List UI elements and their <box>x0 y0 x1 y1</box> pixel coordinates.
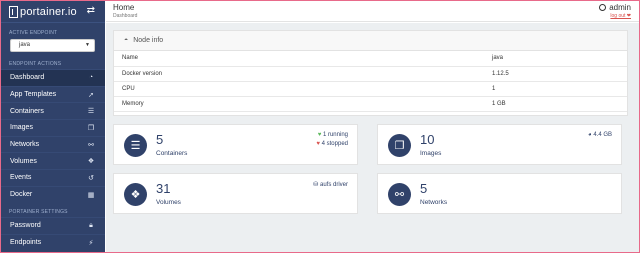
table-row: Docker version 1.12.5 <box>114 66 627 82</box>
endpoint-select-value: java <box>19 42 31 48</box>
containers-card[interactable]: ☰ 5 Containers ♥ 1 running ♥ 4 stopped <box>113 124 358 165</box>
endpoint-actions-title: ENDPOINT ACTIONS <box>9 61 62 67</box>
table-row: Memory 1 GB <box>114 96 627 112</box>
sitemap-icon: ⚯ <box>388 183 411 206</box>
row-value: 1 <box>484 81 627 97</box>
sidebar-item-images[interactable]: Images ❐ <box>1 119 105 136</box>
networks-card[interactable]: ⚯ 5 Networks <box>377 173 622 214</box>
portainer-settings-title: PORTAINER SETTINGS <box>9 209 68 215</box>
node-info-header: ◓ Node info <box>114 31 627 51</box>
heartbeat-icon: ♥ <box>316 141 320 147</box>
dashboard-icon: ◔ <box>88 74 94 82</box>
server-icon: ☰ <box>124 134 147 157</box>
caret-down-icon: ▼ <box>85 42 90 48</box>
rocket-icon: ➚ <box>88 91 94 99</box>
sidebar-item-label: Volumes <box>10 157 37 165</box>
username: admin <box>609 3 631 12</box>
sidebar-item-label: Docker <box>10 191 33 199</box>
row-key: Name <box>114 51 484 67</box>
volumes-count: 31 <box>156 181 171 196</box>
sidebar-item-label: Networks <box>10 141 40 149</box>
volumes-label: Volumes <box>156 199 181 206</box>
row-value: java <box>484 51 627 67</box>
row-value: 1 GB <box>484 96 627 112</box>
running-status: ♥ 1 running <box>318 132 348 138</box>
containers-label: Containers <box>156 150 188 157</box>
tachometer-icon: ◓ <box>124 37 129 44</box>
logout-link[interactable]: log out ❤ <box>610 13 631 19</box>
list-icon: ☰ <box>87 108 95 116</box>
history-icon: ↺ <box>88 174 94 182</box>
networks-count: 5 <box>420 181 428 196</box>
active-endpoint-title: ACTIVE ENDPOINT <box>9 30 58 36</box>
pie-chart-icon: ◕ <box>588 132 592 138</box>
running-count: 1 running <box>322 132 348 138</box>
sidebar-item-label: Dashboard <box>10 74 45 82</box>
lock-icon: 🔒︎ <box>89 221 93 229</box>
sidebar-item-networks[interactable]: Networks ⚯ <box>1 135 105 153</box>
images-card[interactable]: ❐ 10 Images ◕ 4.4 GB <box>377 124 622 165</box>
node-info-panel: ◓ Node info Name java Docker version 1.1… <box>113 30 628 116</box>
page-title: Home <box>113 3 135 12</box>
sidebar-item-label: Containers <box>10 107 44 115</box>
swap-icon[interactable]: ⇄ <box>87 5 95 16</box>
row-key: CPU <box>114 81 484 97</box>
sidebar-item-label: Password <box>10 222 41 230</box>
images-size-value: 4.4 GB <box>593 132 612 138</box>
containers-count: 5 <box>156 132 164 147</box>
images-count: 10 <box>420 132 435 147</box>
row-value: 1.12.5 <box>484 66 627 82</box>
sidebar-item-app-templates[interactable]: App Templates ➚ <box>1 85 105 103</box>
main-content: ◓ Node info Name java Docker version 1.1… <box>106 23 639 252</box>
portainer-logo-icon <box>9 5 18 18</box>
sidebar-item-password[interactable]: Password 🔒︎ <box>1 217 105 234</box>
stopped-count: 4 stopped <box>321 141 348 147</box>
heartbeat-icon: ♥ <box>317 132 322 138</box>
clone-icon: ❐ <box>388 134 411 157</box>
images-label: Images <box>420 150 442 157</box>
endpoint-nav: Dashboard ◔ App Templates ➚ Containers ☰… <box>1 69 105 203</box>
volume-driver: ⛁ aufs driver <box>313 181 348 188</box>
header: Home Dashboard admin log out ❤ <box>106 1 639 22</box>
clone-icon: ❐ <box>87 124 95 132</box>
table-row: CPU 1 <box>114 81 627 97</box>
breadcrumb: Dashboard <box>113 13 138 19</box>
cubes-icon: ❖ <box>124 183 147 206</box>
endpoint-select[interactable]: java ▼ <box>10 39 95 52</box>
networks-label: Networks <box>420 199 448 206</box>
settings-nav: Password 🔒︎ Endpoints ⚡︎ <box>1 217 105 250</box>
th-icon: ▦ <box>87 191 95 199</box>
hdd-icon: ⛁ <box>313 182 319 188</box>
images-size: ◕ 4.4 GB <box>588 132 612 138</box>
sidebar-item-label: Images <box>10 124 33 132</box>
sidebar-item-docker[interactable]: Docker ▦ <box>1 185 105 203</box>
sidebar-item-label: Endpoints <box>10 239 42 247</box>
sidebar-item-containers[interactable]: Containers ☰ <box>1 102 105 119</box>
stopped-status: ♥ 4 stopped <box>316 141 348 147</box>
sitemap-icon: ⚯ <box>88 141 94 149</box>
cubes-icon: ❖ <box>87 158 95 166</box>
sidebar-item-label: App Templates <box>10 91 57 99</box>
table-row: Name java <box>114 51 627 67</box>
sidebar-item-dashboard[interactable]: Dashboard ◔ <box>1 69 105 86</box>
node-info-table: Name java Docker version 1.12.5 CPU 1 Me… <box>114 51 627 112</box>
plug-icon: ⚡︎ <box>88 239 94 247</box>
user-menu[interactable]: admin <box>599 3 631 12</box>
volume-driver-value: aufs driver <box>319 182 348 188</box>
volumes-card[interactable]: ❖ 31 Volumes ⛁ aufs driver <box>113 173 358 214</box>
user-icon <box>599 4 607 11</box>
sidebar-item-label: Events <box>10 174 32 182</box>
sidebar-item-endpoints[interactable]: Endpoints ⚡︎ <box>1 233 105 251</box>
brand-name: portainer.io <box>20 5 77 18</box>
sidebar: portainer.io ⇄ ACTIVE ENDPOINT java ▼ EN… <box>1 1 105 252</box>
sidebar-item-volumes[interactable]: Volumes ❖ <box>1 152 105 169</box>
row-key: Memory <box>114 96 484 112</box>
sidebar-item-events[interactable]: Events ↺ <box>1 169 105 186</box>
row-key: Docker version <box>114 66 484 82</box>
node-info-title: Node info <box>133 37 164 44</box>
